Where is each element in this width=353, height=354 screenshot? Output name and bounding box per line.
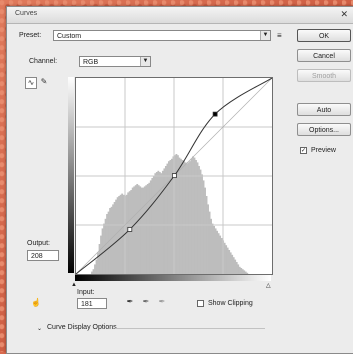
- smooth-button[interactable]: Smooth: [297, 69, 351, 82]
- cancel-button[interactable]: Cancel: [297, 49, 351, 62]
- input-gradient-bar: [75, 275, 271, 281]
- input-label: Input:: [77, 289, 95, 296]
- histogram-bar: [246, 272, 249, 274]
- curve-display-options-label[interactable]: Curve Display Options: [47, 324, 117, 331]
- chevron-down-icon: ▼: [140, 57, 150, 66]
- title-bar: Curves ✕: [7, 7, 353, 24]
- channel-value: RGB: [83, 59, 99, 66]
- curve-canvas[interactable]: [75, 77, 273, 275]
- channel-select[interactable]: RGB ▼: [79, 56, 151, 67]
- curves-dialog: Curves ✕ Preset: Custom ▼ ≡ Channel: RGB…: [6, 6, 353, 354]
- window-title: Curves: [15, 10, 38, 17]
- white-point-slider[interactable]: △: [266, 282, 271, 289]
- curve-point[interactable]: [171, 173, 177, 179]
- preset-value: Custom: [57, 33, 82, 40]
- gray-eyedropper-icon[interactable]: ✒: [141, 297, 151, 307]
- histogram: [91, 154, 249, 274]
- black-point-slider[interactable]: ▲: [71, 282, 77, 288]
- curve-point[interactable]: [127, 227, 133, 232]
- preview-checkbox[interactable]: ✓: [300, 147, 307, 154]
- pencil-icon[interactable]: ✎: [39, 77, 49, 87]
- preset-label: Preset:: [19, 32, 42, 39]
- chevron-down-icon: ▼: [260, 31, 270, 40]
- selected-curve-point[interactable]: [212, 111, 218, 117]
- curve-edit-icon[interactable]: ∿: [25, 77, 37, 89]
- preset-options-icon[interactable]: ≡: [277, 31, 282, 40]
- white-eyedropper-icon[interactable]: ✒: [157, 297, 167, 307]
- options-button[interactable]: Options...: [297, 123, 351, 136]
- show-clipping-label: Show Clipping: [208, 300, 253, 307]
- divider: [115, 328, 265, 329]
- ok-button[interactable]: OK: [297, 29, 351, 42]
- show-clipping-checkbox[interactable]: [197, 300, 204, 307]
- channel-label: Channel:: [29, 58, 58, 65]
- output-label: Output:: [27, 240, 50, 247]
- output-gradient-bar: [68, 77, 74, 273]
- expand-chevron-icon[interactable]: ⌄: [37, 325, 42, 332]
- output-field[interactable]: 208: [27, 250, 59, 261]
- hand-adjust-icon[interactable]: ☝: [31, 298, 41, 308]
- preset-select[interactable]: Custom ▼: [53, 30, 271, 41]
- auto-button[interactable]: Auto: [297, 103, 351, 116]
- input-field[interactable]: 181: [77, 298, 107, 309]
- curve-graph[interactable]: [75, 77, 273, 275]
- close-icon[interactable]: ✕: [340, 9, 348, 20]
- preview-label: Preview: [311, 147, 336, 154]
- black-eyedropper-icon[interactable]: ✒: [125, 297, 135, 307]
